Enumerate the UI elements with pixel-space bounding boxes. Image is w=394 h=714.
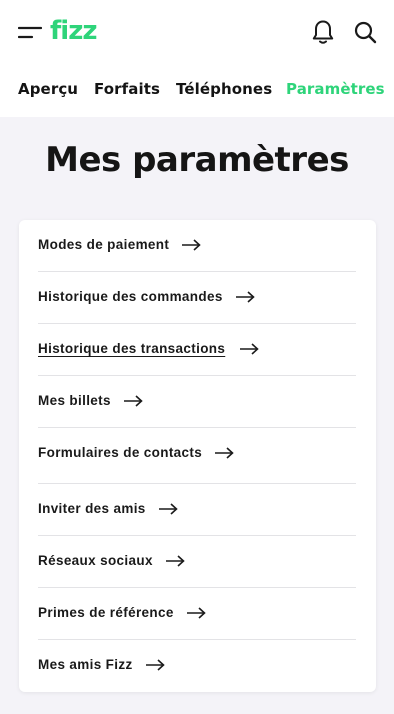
search-icon[interactable] bbox=[353, 20, 377, 44]
section-tabs: Aperçu Forfaits Téléphones Paramètres bbox=[0, 63, 394, 117]
page-title: Mes paramètres bbox=[45, 140, 349, 180]
settings-item-label: Réseaux sociaux bbox=[38, 553, 153, 568]
divider bbox=[38, 587, 356, 588]
tab-parametres[interactable]: Paramètres bbox=[286, 80, 385, 98]
arrow-right-icon bbox=[165, 554, 185, 567]
settings-item-label: Historique des transactions bbox=[38, 341, 226, 356]
settings-item-reseaux-sociaux[interactable]: Réseaux sociaux bbox=[38, 553, 356, 568]
tab-apercu[interactable]: Aperçu bbox=[18, 80, 78, 98]
divider bbox=[38, 639, 356, 640]
arrow-right-icon bbox=[235, 290, 255, 303]
arrow-right-icon bbox=[123, 394, 143, 407]
menu-icon[interactable] bbox=[18, 22, 42, 44]
arrow-right-icon bbox=[145, 658, 165, 671]
tab-forfaits[interactable]: Forfaits bbox=[94, 80, 160, 98]
settings-item-label: Mes billets bbox=[38, 393, 111, 408]
settings-item-primes-reference[interactable]: Primes de référence bbox=[38, 605, 356, 620]
settings-item-modes-de-paiement[interactable]: Modes de paiement bbox=[38, 237, 356, 252]
arrow-right-icon bbox=[240, 342, 259, 355]
settings-item-label: Inviter des amis bbox=[38, 501, 146, 516]
fizz-logo[interactable]: fizz bbox=[50, 16, 102, 44]
settings-item-label: Formulaires de contacts bbox=[38, 445, 203, 460]
divider bbox=[38, 427, 356, 428]
divider bbox=[38, 271, 356, 272]
settings-item-historique-transactions[interactable]: Historique des transactions bbox=[38, 341, 356, 356]
app-header: fizz bbox=[0, 0, 394, 63]
settings-item-inviter-amis[interactable]: Inviter des amis bbox=[38, 501, 356, 516]
arrow-right-icon bbox=[158, 502, 178, 515]
divider bbox=[38, 375, 356, 376]
settings-item-mes-billets[interactable]: Mes billets bbox=[38, 393, 356, 408]
settings-list: Modes de paiement Historique des command… bbox=[19, 220, 376, 692]
settings-item-label: Modes de paiement bbox=[38, 237, 170, 252]
settings-item-historique-commandes[interactable]: Historique des commandes bbox=[38, 289, 356, 304]
settings-item-label: Mes amis Fizz bbox=[38, 657, 133, 672]
divider bbox=[38, 535, 356, 536]
divider bbox=[38, 483, 356, 484]
settings-item-mes-amis-fizz[interactable]: Mes amis Fizz bbox=[38, 657, 356, 672]
arrow-right-icon bbox=[186, 606, 206, 619]
svg-text:fizz: fizz bbox=[50, 16, 97, 44]
arrow-right-icon bbox=[182, 238, 201, 251]
divider bbox=[38, 323, 356, 324]
settings-item-label: Historique des commandes bbox=[38, 289, 223, 304]
bell-icon[interactable] bbox=[311, 19, 335, 45]
arrow-right-icon bbox=[215, 446, 234, 459]
settings-item-label: Primes de référence bbox=[38, 605, 174, 620]
tab-telephones[interactable]: Téléphones bbox=[176, 80, 272, 98]
settings-item-formulaires-contacts[interactable]: Formulaires de contacts bbox=[38, 445, 356, 460]
